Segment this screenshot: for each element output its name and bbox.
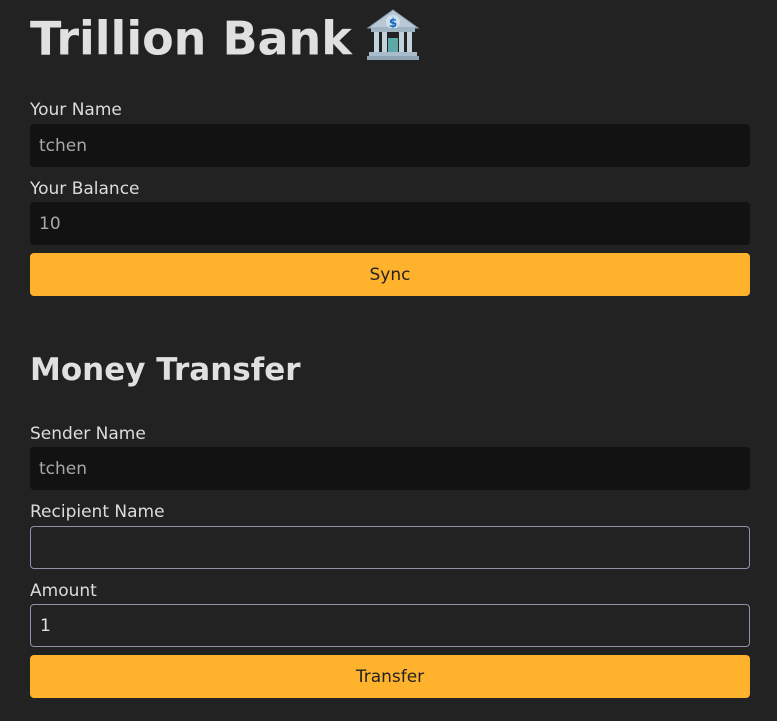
sync-button[interactable]: Sync <box>30 253 750 296</box>
amount-label: Amount <box>30 581 97 601</box>
page-title: Trillion Bank $ <box>30 8 420 76</box>
recipient-name-label: Recipient Name <box>30 502 165 522</box>
sender-name-field[interactable] <box>30 447 750 490</box>
your-balance-field[interactable] <box>30 202 750 245</box>
recipient-name-input[interactable] <box>30 526 750 569</box>
bank-icon: $ <box>366 8 420 76</box>
your-balance-label: Your Balance <box>30 179 140 199</box>
your-name-field[interactable] <box>30 124 750 167</box>
amount-input[interactable] <box>30 604 750 647</box>
svg-text:$: $ <box>389 16 397 30</box>
sender-name-label: Sender Name <box>30 424 146 444</box>
page-title-text: Trillion Bank <box>30 11 352 66</box>
your-name-label: Your Name <box>30 100 122 120</box>
transfer-button[interactable]: Transfer <box>30 655 750 698</box>
money-transfer-heading: Money Transfer <box>30 352 301 388</box>
